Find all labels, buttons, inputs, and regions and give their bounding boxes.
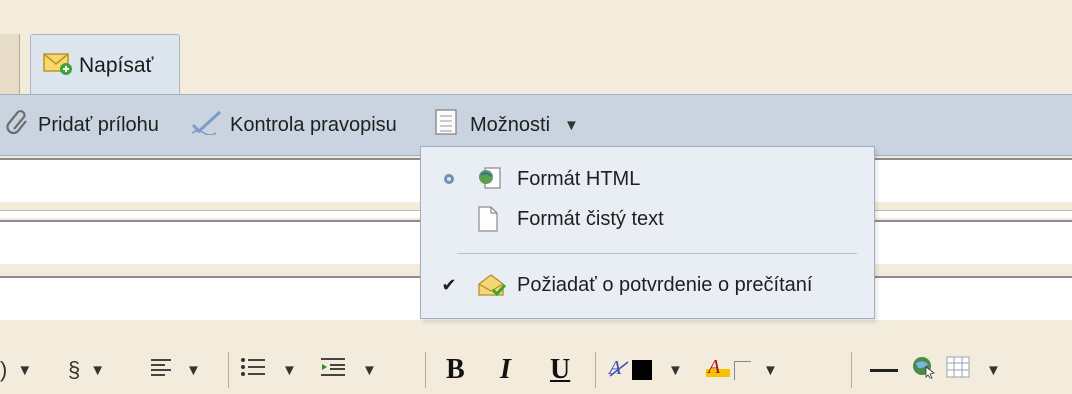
menu-item-format-plain-text[interactable]: Formát čistý text <box>421 199 874 239</box>
tab-compose-label: Napísať <box>79 53 154 77</box>
align-dropdown[interactable]: ▼ <box>150 350 201 390</box>
font-size-dropdown[interactable]: ​) ▼ <box>0 350 32 390</box>
insert-table-dropdown[interactable]: ▼ <box>946 350 1001 390</box>
chevron-down-icon: ▼ <box>282 361 297 379</box>
highlight-color-swatch <box>734 360 751 380</box>
paperclip-icon <box>6 109 32 141</box>
chevron-down-icon: ▼ <box>668 361 683 379</box>
toolbar-separator <box>851 352 852 388</box>
options-dropdown-menu: Formát HTML Formát čistý text ✔ Požiadať… <box>420 146 875 319</box>
text-color-icon: A <box>607 356 630 384</box>
chevron-down-icon: ▼ <box>763 361 778 379</box>
menu-item-format-html-label: Formát HTML <box>517 167 641 190</box>
checkmark-icon: ✔ <box>441 274 457 295</box>
attach-label: Pridať prílohu <box>38 113 159 136</box>
chevron-down-icon: ▼ <box>986 361 1001 379</box>
spellcheck-label: Kontrola pravopisu <box>230 113 397 136</box>
underline-button[interactable]: U <box>550 350 570 390</box>
read-receipt-envelope-icon <box>477 272 507 298</box>
table-grid-icon <box>946 356 970 384</box>
toolbar-separator <box>595 352 596 388</box>
paragraph-style-dropdown[interactable]: § ▼ <box>68 350 105 390</box>
indent-icon <box>320 356 346 384</box>
indent-dropdown[interactable]: ▼ <box>320 350 377 390</box>
highlight-color-dropdown[interactable]: A ▼ <box>706 350 778 390</box>
chevron-down-icon: ▼ <box>186 361 201 379</box>
font-size-value: ​) <box>0 357 8 382</box>
horizontal-rule-icon <box>870 368 898 372</box>
bullet-list-dropdown[interactable]: ▼ <box>240 350 297 390</box>
chevron-down-icon: ▼ <box>362 361 377 379</box>
menu-item-format-plain-text-label: Formát čistý text <box>517 207 664 230</box>
toolbar-separator <box>425 352 426 388</box>
menu-item-read-receipt-label: Požiadať o potvrdenie o prečítaní <box>517 273 813 296</box>
chevron-down-icon: ▼ <box>564 116 579 134</box>
insert-link-button[interactable] <box>912 350 936 390</box>
text-color-swatch <box>632 360 652 380</box>
chevron-down-icon: ▼ <box>17 361 33 379</box>
menu-item-read-receipt[interactable]: ✔ Požiadať o potvrdenie o prečítaní <box>421 265 874 305</box>
highlight-color-icon: A <box>706 355 730 385</box>
spellcheck-button[interactable]: Kontrola pravopisu <box>190 95 397 155</box>
radio-selected-icon <box>421 173 477 185</box>
compose-mail-icon <box>43 50 73 81</box>
tab-compose[interactable]: Napísať <box>30 34 180 96</box>
menu-item-format-html[interactable]: Formát HTML <box>421 159 874 199</box>
plain-text-document-icon <box>477 205 507 233</box>
svg-text:A: A <box>706 356 721 378</box>
align-left-icon <box>150 357 172 383</box>
spellcheck-icon <box>190 109 224 141</box>
attach-button[interactable]: Pridať prílohu <box>6 95 159 155</box>
options-list-icon <box>434 108 458 142</box>
text-color-dropdown[interactable]: A ▼ <box>607 350 683 390</box>
options-label: Možnosti <box>470 113 551 136</box>
bold-button[interactable]: B <box>446 350 465 390</box>
chevron-down-icon: ▼ <box>90 361 106 379</box>
globe-link-icon <box>912 355 936 385</box>
section-sign-icon: § <box>68 357 81 382</box>
toolbar-separator <box>228 352 229 388</box>
menu-separator <box>457 253 857 254</box>
bullet-list-icon <box>240 356 266 384</box>
html-format-icon <box>477 165 507 193</box>
horizontal-rule-button[interactable] <box>870 350 898 390</box>
tab-previous-edge[interactable] <box>0 34 20 94</box>
italic-button[interactable]: I <box>500 350 511 390</box>
